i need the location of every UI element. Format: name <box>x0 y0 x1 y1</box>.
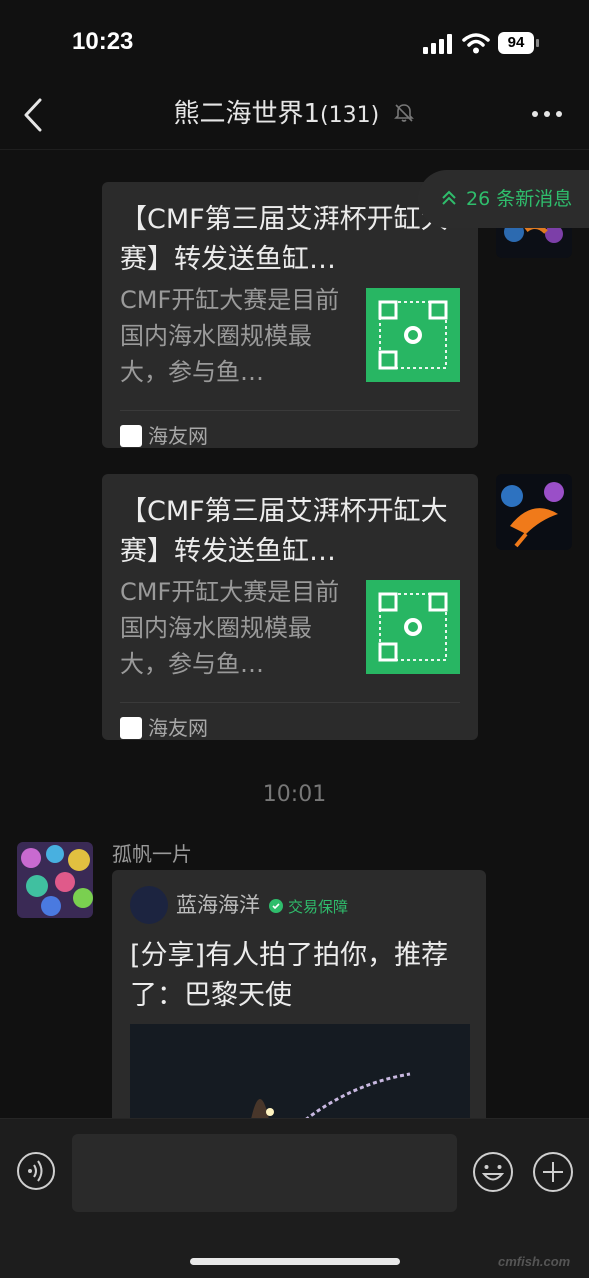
source-logo-icon <box>120 425 142 447</box>
battery-level: 94 <box>498 32 534 54</box>
badge-text: 交易保障 <box>288 898 349 916</box>
card-divider <box>120 410 460 411</box>
account-logo <box>130 886 168 924</box>
status-bar: 10:23 94 <box>0 0 589 88</box>
chat-header: 熊二海世界1(131) <box>0 88 589 150</box>
shared-post-card[interactable]: 蓝海海洋 交易保障 [分享]有人拍了拍你，推荐了：巴黎天使 <box>112 870 486 1130</box>
message-timestamp: 10:01 <box>262 782 327 807</box>
group-name: 熊二海世界1 <box>173 99 321 129</box>
plus-icon[interactable] <box>532 1151 574 1193</box>
card-description: CMF开缸大赛是目前国内海水圈规模最大，参与鱼… <box>120 286 340 386</box>
watermark: cmfish.com <box>498 1254 571 1269</box>
new-messages-button[interactable]: 26 条新消息 <box>418 170 589 228</box>
link-card[interactable]: 【CMF第三届艾湃杯开缸大赛】转发送鱼缸… CMF开缸大赛是目前国内海水圈规模最… <box>102 474 478 740</box>
verified-badge-icon <box>269 899 283 913</box>
shared-post-image <box>130 1024 470 1130</box>
card-source: 海友网 <box>120 422 208 450</box>
cellular-signal-icon <box>423 34 452 54</box>
message-input[interactable] <box>72 1134 457 1212</box>
qr-code-thumbnail <box>366 288 460 382</box>
source-logo-icon <box>120 717 142 739</box>
shared-post-title: [分享]有人拍了拍你，推荐了：巴黎天使 <box>130 940 449 1011</box>
battery-tip <box>536 39 539 47</box>
more-icon[interactable] <box>529 102 565 126</box>
card-divider <box>120 702 460 703</box>
status-time: 10:23 <box>72 28 134 55</box>
chevron-up-icon <box>442 190 456 205</box>
card-description: CMF开缸大赛是目前国内海水圈规模最大，参与鱼… <box>120 578 340 678</box>
source-name: 海友网 <box>148 716 208 740</box>
sender-name: 孤帆一片 <box>112 842 192 866</box>
member-count: (131) <box>320 103 380 128</box>
account-info: 蓝海海洋 交易保障 <box>176 890 348 922</box>
new-messages-label: 26 条新消息 <box>466 188 573 210</box>
chat-title: 熊二海世界1(131) <box>0 96 589 134</box>
account-name: 蓝海海洋 <box>176 893 260 917</box>
home-indicator[interactable] <box>190 1258 400 1265</box>
sender-avatar[interactable] <box>496 474 572 550</box>
battery-indicator: 94 <box>498 32 540 54</box>
qr-code-thumbnail <box>366 580 460 674</box>
mute-icon <box>394 104 415 122</box>
voice-icon[interactable] <box>16 1151 56 1191</box>
source-name: 海友网 <box>148 424 208 448</box>
link-card[interactable]: 【CMF第三届艾湃杯开缸大赛】转发送鱼缸… CMF开缸大赛是目前国内海水圈规模最… <box>102 182 478 448</box>
emoji-icon[interactable] <box>472 1151 514 1193</box>
card-source: 海友网 <box>120 714 208 742</box>
card-title: 【CMF第三届艾湃杯开缸大赛】转发送鱼缸… <box>120 204 448 275</box>
wifi-icon <box>462 33 490 54</box>
sender-avatar[interactable] <box>17 842 93 918</box>
card-title: 【CMF第三届艾湃杯开缸大赛】转发送鱼缸… <box>120 496 448 567</box>
